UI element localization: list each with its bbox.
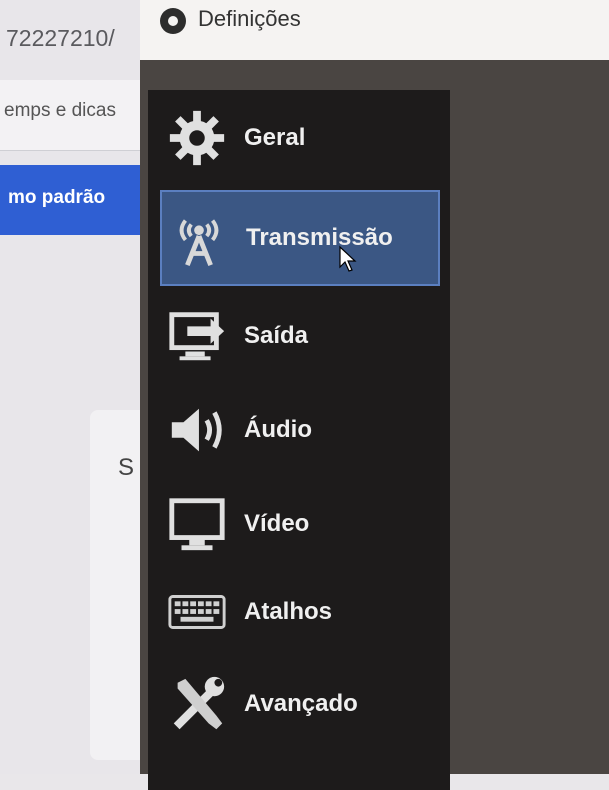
background-default-button-label: mo padrão <box>8 187 106 208</box>
settings-window: Definições Geral Transmissão Saída Áudio… <box>140 0 609 790</box>
obs-logo-icon <box>160 8 186 34</box>
monitor-icon <box>160 487 234 561</box>
settings-body: Geral Transmissão Saída Áudio Vídeo Atal… <box>140 60 609 790</box>
sidebar-item-label: Avançado <box>244 690 358 717</box>
sidebar-item-audio[interactable]: Áudio <box>160 382 440 478</box>
settings-sidebar: Geral Transmissão Saída Áudio Vídeo Atal… <box>148 90 450 790</box>
background-tips-text: emps e dicas <box>4 100 116 121</box>
keyboard-icon <box>160 575 234 649</box>
sidebar-item-avancado[interactable]: Avançado <box>160 656 440 752</box>
sidebar-item-video[interactable]: Vídeo <box>160 476 440 572</box>
background-url-text: 72227210/ <box>6 25 115 51</box>
sidebar-item-label: Atalhos <box>244 598 333 625</box>
speaker-icon <box>160 393 234 467</box>
sidebar-item-label: Transmissão <box>246 224 393 251</box>
output-monitor-icon <box>160 299 234 373</box>
tools-icon <box>160 667 234 741</box>
background-panel-letter: S <box>118 454 135 481</box>
gear-icon <box>160 101 234 175</box>
sidebar-item-geral[interactable]: Geral <box>160 90 440 186</box>
sidebar-item-transmissao[interactable]: Transmissão <box>160 190 440 286</box>
sidebar-item-label: Saída <box>244 322 309 349</box>
window-title: Definições <box>198 6 301 31</box>
background-default-button[interactable]: mo padrão <box>0 165 140 235</box>
mouse-cursor-icon <box>339 245 357 272</box>
sidebar-item-saida[interactable]: Saída <box>160 288 440 384</box>
sidebar-item-label: Geral <box>244 124 306 151</box>
sidebar-item-label: Áudio <box>244 416 312 443</box>
title-bar[interactable]: Definições <box>140 0 609 60</box>
sidebar-item-atalhos[interactable]: Atalhos <box>160 564 440 660</box>
sidebar-item-label: Vídeo <box>244 510 310 537</box>
broadcast-antenna-icon <box>162 201 236 275</box>
